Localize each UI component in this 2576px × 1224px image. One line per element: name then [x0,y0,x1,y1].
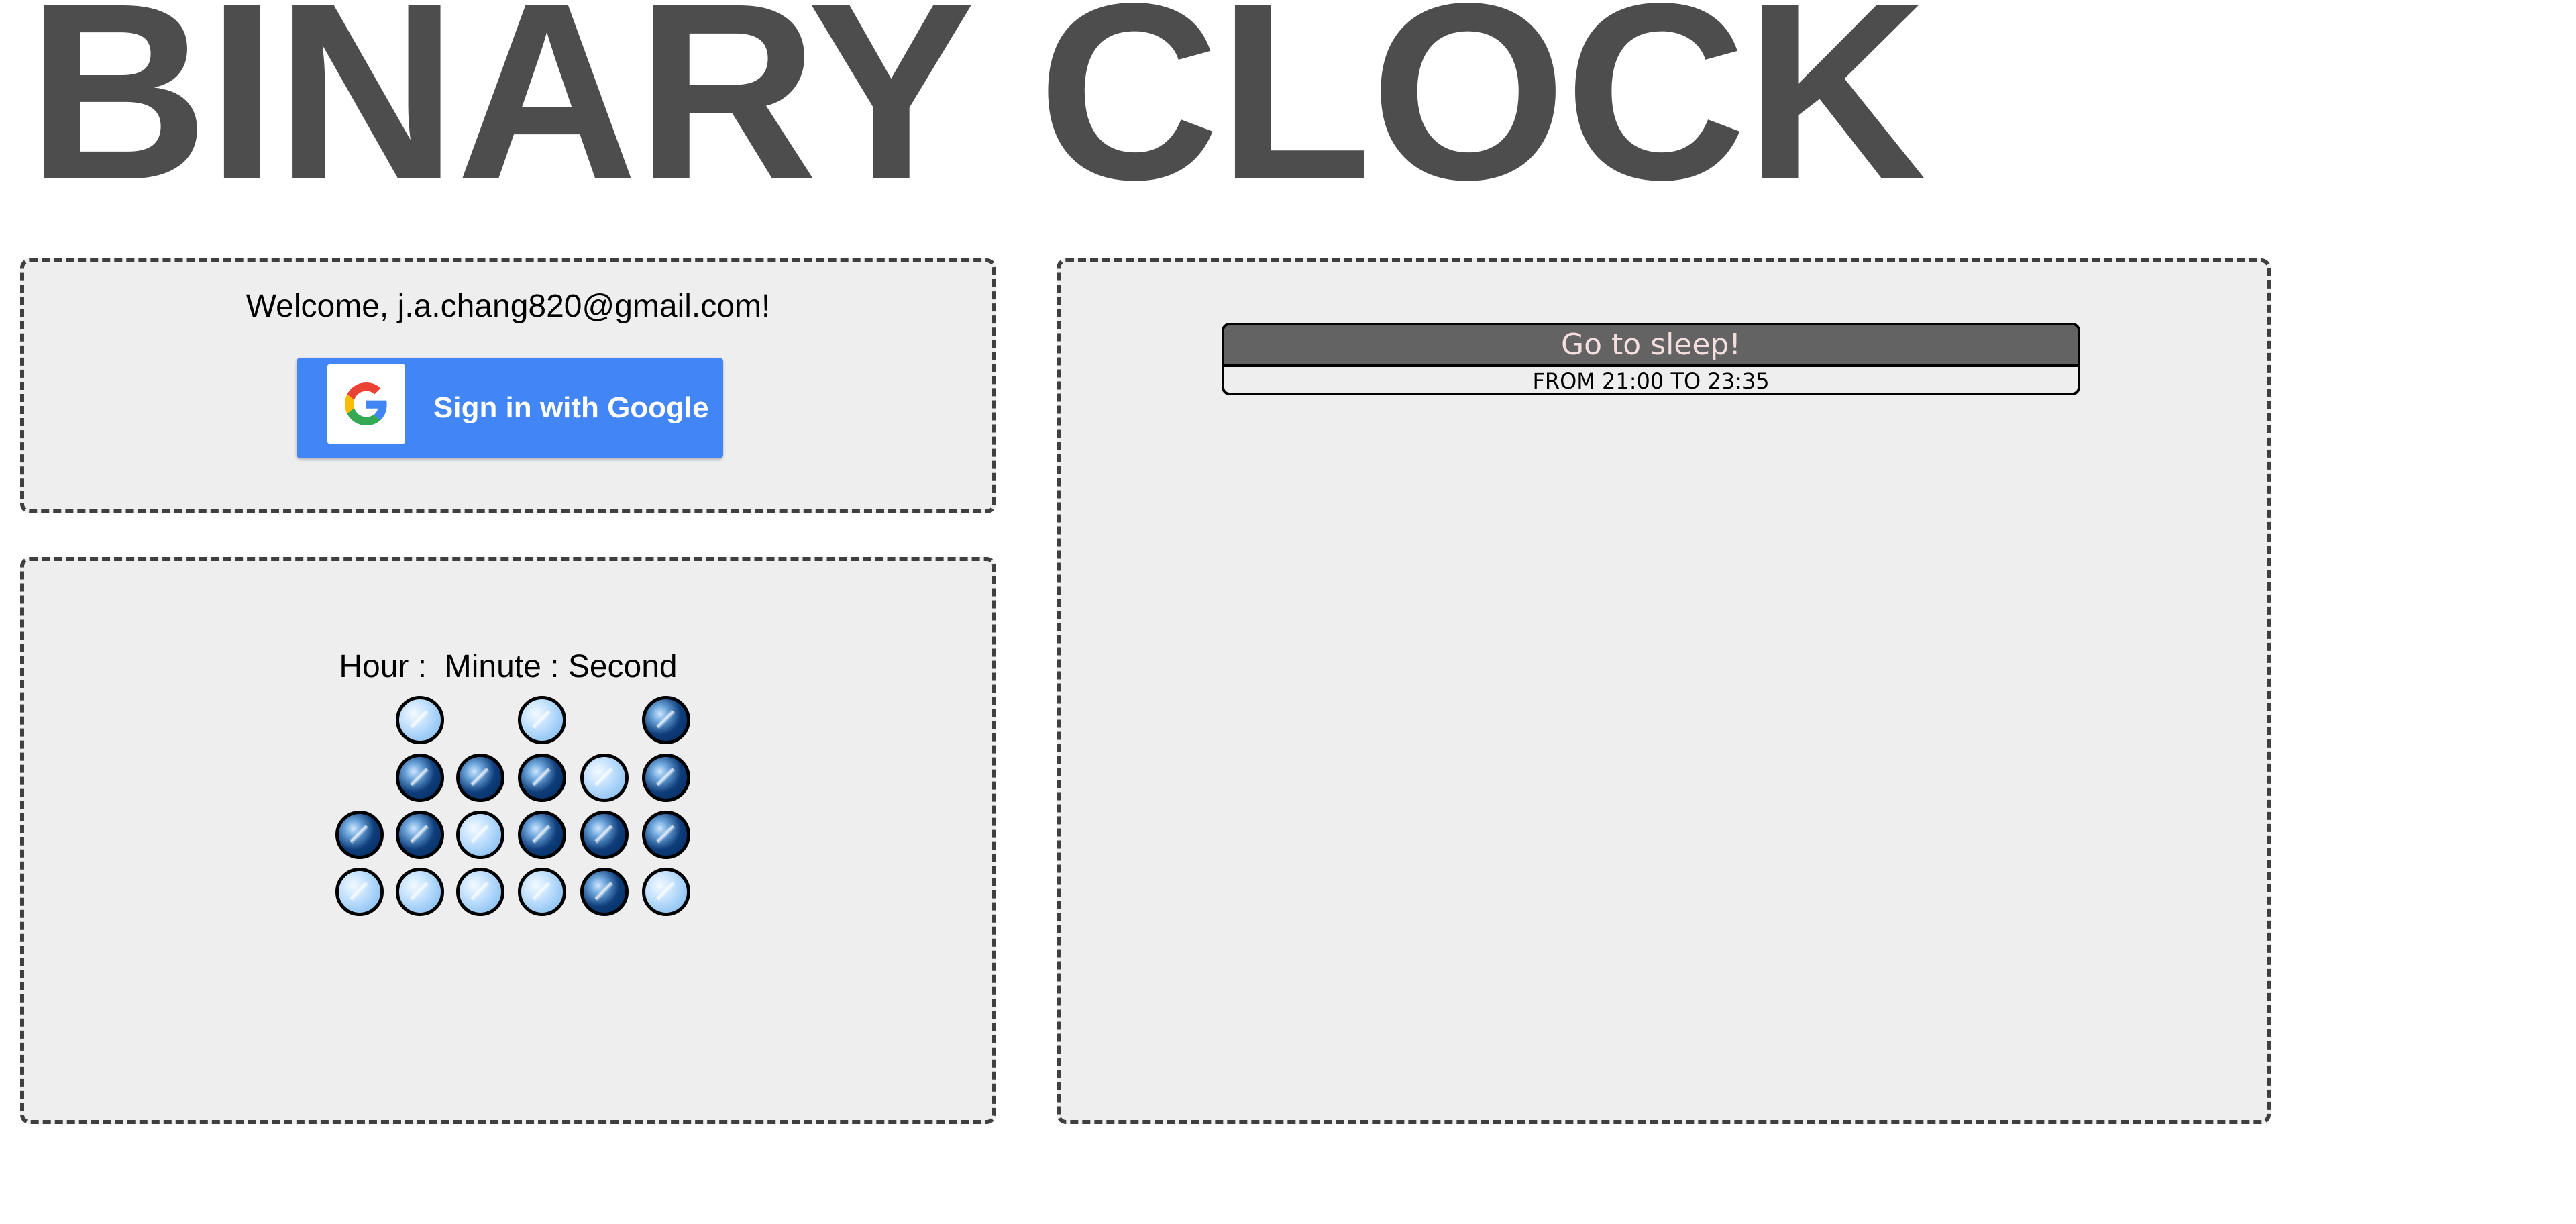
clock-bit-minute-tens-row3-off [456,811,504,859]
clock-bit-minute-tens-row2-on [456,754,504,802]
page-title: BINARY CLOCK [27,0,1927,232]
google-sign-in-label: Sign in with Google [433,391,709,424]
clock-bit-second-ones-row4-off [642,868,690,916]
clock-bit-hour-ones-row2-on [396,754,444,802]
welcome-text: Welcome, j.a.chang820@gmail.com! [246,289,771,324]
schedule-panel: Go to sleep! FROM 21:00 TO 23:35 [1057,258,2271,1124]
clock-bit-hour-ones-row4-off [396,868,444,916]
clock-bit-second-ones-row2-on [642,754,690,802]
clock-bit-second-ones-row3-on [642,811,690,859]
event-title: Go to sleep! [1224,325,2078,367]
clock-bit-hour-ones-row1-off [396,696,444,744]
clock-bit-hour-tens-row4-off [335,868,384,916]
clock-bit-second-tens-row2-off [580,754,629,802]
google-logo-icon [327,364,405,444]
clock-bit-minute-ones-row4-off [518,868,566,916]
clock-bit-hour-tens-row3-on [335,811,384,859]
google-sign-in-button[interactable]: Sign in with Google [297,358,723,458]
event-time: FROM 21:00 TO 23:35 [1532,368,1770,394]
clock-bit-second-tens-row4-on [580,868,629,916]
clock-bit-minute-ones-row1-off [518,696,566,744]
auth-panel: Welcome, j.a.chang820@gmail.com! Sign in… [20,258,996,513]
clock-bit-hour-ones-row3-on [396,811,444,859]
binary-clock-panel: Hour : Minute : Second [20,557,996,1124]
clock-bit-second-ones-row1-on [642,696,690,744]
clock-bit-minute-ones-row2-on [518,754,566,802]
event-card: Go to sleep! FROM 21:00 TO 23:35 [1222,323,2080,395]
clock-bit-minute-ones-row3-on [518,811,566,859]
clock-bit-minute-tens-row4-off [456,868,504,916]
binary-clock-grid [24,561,992,1120]
clock-bit-second-tens-row3-on [580,811,629,859]
